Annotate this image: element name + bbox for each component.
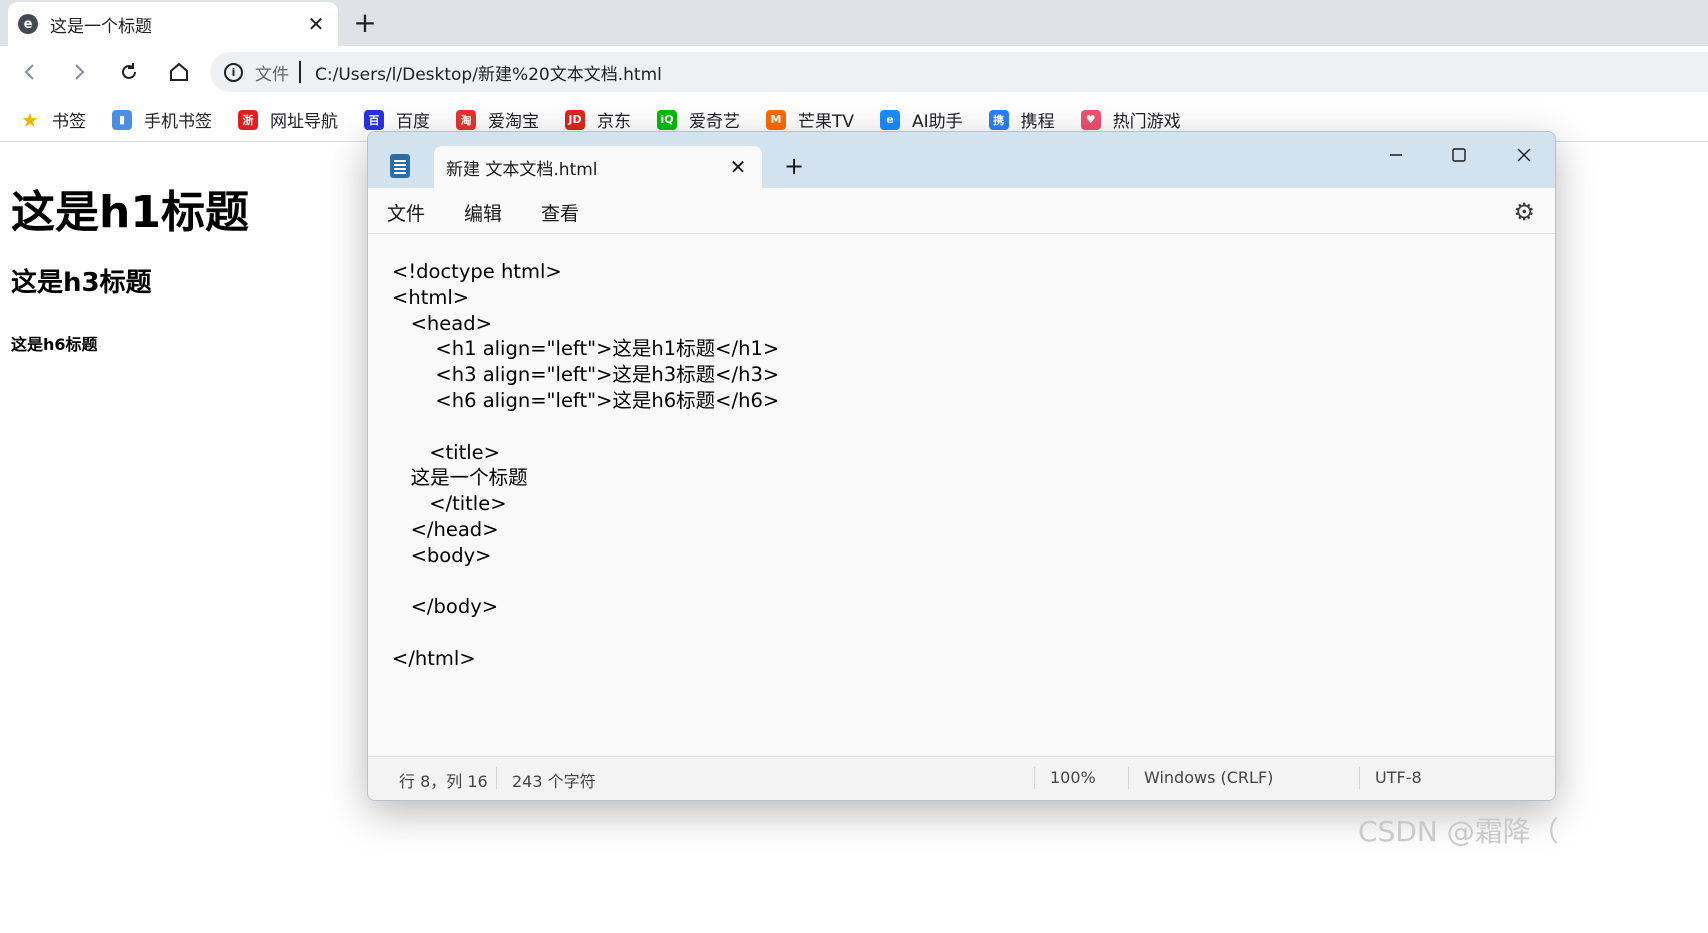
bookmark-item[interactable]: 浙网址导航 — [238, 107, 338, 132]
bookmark-label: 书签 — [52, 112, 86, 132]
bookmark-item[interactable]: e AI助手 — [880, 107, 963, 132]
editor-text-content[interactable]: <!doctype html> <html> <head> <h1 align=… — [392, 259, 779, 672]
minimize-icon[interactable] — [1376, 140, 1416, 170]
bookmark-item[interactable]: ▮ 手机书签 — [112, 107, 212, 132]
menu-view[interactable]: 查看 — [541, 199, 579, 226]
browser-tab-title: 这是一个标题 — [50, 16, 152, 37]
notepad-new-tab-button[interactable]: + — [784, 152, 804, 180]
status-separator — [1128, 767, 1129, 789]
address-bar[interactable]: i 文件 C:/Users/l/Desktop/新建%20文本文档.html — [210, 52, 1708, 92]
page-content: 这是h1标题 这是h3标题 这是h6标题 — [0, 142, 400, 933]
browser-logo-icon: e — [18, 14, 38, 34]
close-tab-icon[interactable]: ✕ — [726, 155, 750, 179]
bookmark-item[interactable]: ♥ 热门游戏 — [1080, 107, 1181, 132]
baidu-icon: 百 — [364, 109, 384, 130]
bookmark-item[interactable]: M 芒果TV — [766, 107, 854, 132]
notepad-menu-bar: 文件 编辑 查看 ⚙ — [368, 188, 1555, 234]
bookmark-label: 网址导航 — [270, 112, 338, 132]
bookmark-label: 京东 — [597, 112, 631, 132]
taobao-icon: 淘 — [456, 109, 476, 130]
bookmark-label: 爱奇艺 — [689, 112, 740, 132]
status-separator — [1034, 767, 1035, 789]
status-zoom[interactable]: 100% — [1050, 768, 1096, 787]
address-url[interactable]: C:/Users/l/Desktop/新建%20文本文档.html — [315, 60, 662, 85]
forward-icon[interactable] — [63, 56, 95, 88]
reload-icon[interactable] — [113, 56, 145, 88]
browser-tab-bar: e 这是一个标题 ✕ + — [0, 0, 1708, 46]
bookmark-item[interactable]: 淘爱淘宝 — [456, 107, 539, 132]
bookmark-item[interactable]: ★ 书签 — [20, 107, 86, 133]
menu-edit[interactable]: 编辑 — [464, 199, 502, 226]
bookmark-item[interactable]: 携携程 — [988, 107, 1055, 132]
notepad-title-bar[interactable]: 新建 文本文档.html ✕ + — [368, 132, 1555, 188]
status-char-count: 243 个字符 — [512, 772, 596, 791]
notepad-app-icon — [390, 154, 410, 178]
home-icon[interactable] — [163, 56, 195, 88]
bookmark-label: 百度 — [396, 112, 430, 132]
notepad-window: 新建 文本文档.html ✕ + 文件 编辑 查看 ⚙ <!doctype ht… — [367, 131, 1556, 801]
back-icon[interactable] — [14, 56, 46, 88]
bookmark-label: 热门游戏 — [1112, 112, 1181, 132]
status-separator — [496, 767, 497, 789]
bookmark-label: AI助手 — [912, 112, 963, 132]
jd-icon: JD — [565, 109, 585, 130]
mangotv-icon: M — [766, 109, 786, 130]
bookmark-label: 芒果TV — [798, 112, 855, 132]
new-tab-button[interactable]: + — [350, 6, 380, 39]
close-window-icon[interactable] — [1504, 140, 1544, 170]
status-cursor-position: 行 8，列 16 — [399, 772, 488, 791]
bookmark-label: 携程 — [1020, 112, 1055, 132]
notepad-tab-title: 新建 文本文档.html — [446, 159, 598, 180]
browser-toolbar: i 文件 C:/Users/l/Desktop/新建%20文本文档.html — [0, 46, 1708, 98]
bookmark-label: 手机书签 — [144, 112, 212, 132]
ai-assistant-icon: e — [880, 109, 901, 130]
address-scheme-label: 文件 — [255, 64, 289, 85]
browser-tab[interactable]: e 这是一个标题 ✕ — [8, 2, 338, 46]
status-encoding[interactable]: UTF-8 — [1375, 768, 1422, 787]
page-h1-heading: 这是h1标题 — [11, 187, 249, 238]
bookmark-label: 爱淘宝 — [488, 112, 539, 132]
games-icon: ♥ — [1080, 109, 1101, 130]
bookmark-item[interactable]: 百百度 — [364, 107, 430, 132]
notepad-text-editor[interactable]: <!doctype html> <html> <head> <h1 align=… — [368, 234, 1555, 756]
ctrip-icon: 携 — [988, 109, 1009, 130]
bookmark-item[interactable]: JD 京东 — [565, 107, 631, 132]
site-info-icon[interactable]: i — [224, 62, 243, 82]
bookmark-item[interactable]: iQ 爱奇艺 — [657, 107, 740, 132]
address-separator — [299, 61, 301, 83]
csdn-watermark: CSDN @霜降（ — [1358, 815, 1559, 848]
phone-icon: ▮ — [112, 109, 132, 130]
notepad-tab[interactable]: 新建 文本文档.html ✕ — [434, 146, 762, 188]
status-line-ending[interactable]: Windows (CRLF) — [1144, 768, 1273, 787]
page-h6-heading: 这是h6标题 — [11, 335, 98, 354]
status-separator — [1359, 767, 1360, 789]
navigation-icon: 浙 — [238, 109, 258, 130]
iqiyi-icon: iQ — [657, 109, 677, 130]
close-tab-icon[interactable]: ✕ — [304, 12, 328, 36]
star-icon: ★ — [21, 107, 39, 132]
maximize-icon[interactable] — [1439, 140, 1479, 170]
page-h3-heading: 这是h3标题 — [11, 268, 152, 298]
settings-gear-icon[interactable]: ⚙ — [1513, 198, 1535, 226]
notepad-status-bar: 行 8，列 16 243 个字符 100% Windows (CRLF) UTF… — [368, 756, 1555, 800]
menu-file[interactable]: 文件 — [387, 199, 425, 226]
